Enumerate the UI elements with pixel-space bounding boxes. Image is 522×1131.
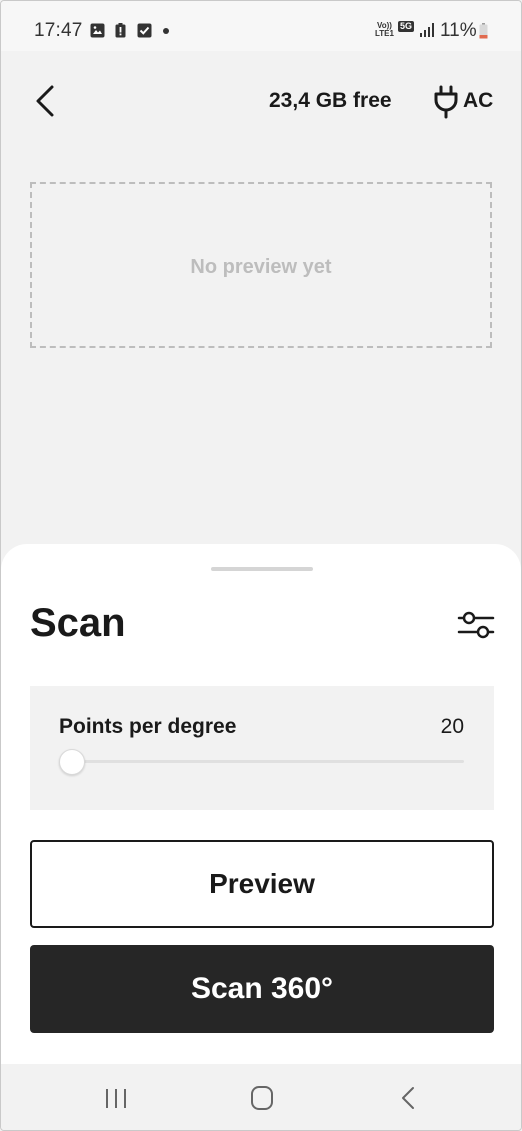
power-source: AC	[431, 85, 501, 119]
back-icon[interactable]	[389, 1082, 429, 1114]
battery-icon	[479, 23, 488, 39]
preview-area: No preview yet	[30, 182, 492, 348]
system-nav-bar	[1, 1064, 521, 1130]
slider-track[interactable]	[72, 760, 464, 763]
drag-handle[interactable]	[211, 567, 313, 571]
scan-bottom-sheet: Scan Points per degree 20 Preview Scan 3…	[1, 544, 521, 1064]
storage-free-label: 23,4 GB free	[269, 89, 392, 112]
sliders-icon[interactable]	[457, 608, 495, 642]
home-icon[interactable]	[242, 1082, 282, 1114]
power-source-label: AC	[463, 89, 494, 112]
checkbox-icon	[137, 23, 152, 38]
signal-icon	[420, 23, 434, 37]
network-type-badge: 5G	[398, 21, 415, 32]
sheet-title: Scan	[30, 601, 126, 645]
recent-apps-icon[interactable]	[96, 1082, 136, 1114]
slider-value: 20	[440, 715, 464, 738]
slider-label: Points per degree	[59, 715, 237, 738]
battery-percent: 11%	[440, 20, 477, 41]
points-per-degree-card: Points per degree 20	[30, 686, 494, 810]
back-button[interactable]	[31, 83, 65, 119]
preview-empty-text: No preview yet	[190, 256, 332, 278]
gallery-icon	[90, 23, 105, 38]
slider-thumb[interactable]	[59, 749, 85, 775]
status-bar: 17:47 Vo)) LTE1 5G 11%	[1, 1, 521, 51]
alert-battery-icon	[115, 23, 126, 38]
preview-button[interactable]: Preview	[30, 840, 494, 928]
plug-icon	[434, 85, 458, 119]
volte-indicator: Vo)) LTE1	[375, 21, 394, 38]
scan-360-button[interactable]: Scan 360°	[30, 945, 494, 1033]
dot-icon	[163, 28, 169, 34]
status-time: 17:47	[34, 20, 83, 41]
app-frame: 17:47 Vo)) LTE1 5G 11% 23,4 GB free AC N…	[0, 0, 522, 1131]
